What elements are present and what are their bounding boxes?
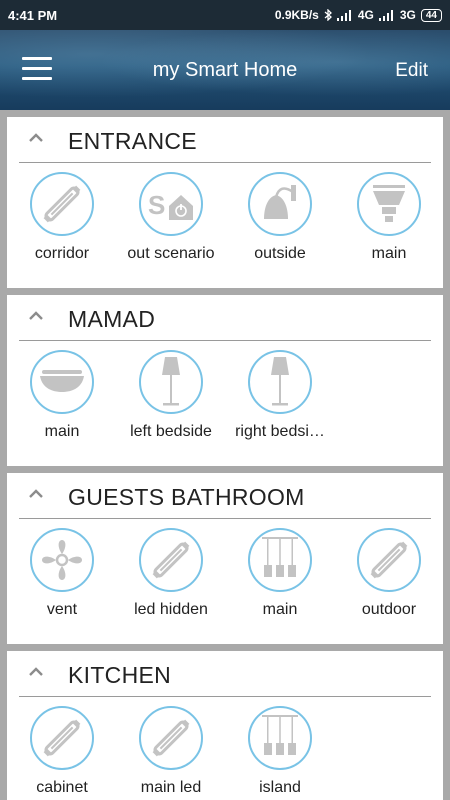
device-button[interactable] (30, 528, 94, 592)
fan-icon (39, 537, 85, 583)
ceiling-light-icon (36, 362, 88, 402)
network-speed: 0.9KB/s (274, 8, 319, 22)
chevron-up-icon[interactable] (29, 665, 43, 679)
device-tile[interactable]: vent (7, 528, 117, 619)
room-header[interactable]: ENTRANCE (7, 117, 443, 161)
network-type-1: 4G (357, 8, 374, 22)
device-tile[interactable]: right bedsi… (225, 350, 335, 441)
pendant-lights-icon (258, 711, 302, 765)
device-label: right bedsi… (235, 423, 325, 440)
pendant-lights-icon (258, 533, 302, 587)
page-title: my Smart Home (152, 59, 298, 81)
device-tile[interactable]: main (334, 172, 444, 263)
chevron-up-icon[interactable] (29, 131, 43, 145)
scenario-icon: S (147, 184, 195, 224)
device-button[interactable] (248, 528, 312, 592)
room-header[interactable]: MAMAD (7, 295, 443, 339)
svg-text:S: S (148, 190, 165, 220)
room-card: ENTRANCE corridor S out scenario outside… (7, 117, 443, 288)
device-button[interactable]: S (139, 172, 203, 236)
room-header[interactable]: KITCHEN (7, 651, 443, 695)
room-title: ENTRANCE (68, 128, 197, 154)
wall-lamp-icon (258, 181, 302, 227)
device-tile[interactable]: cabinet (7, 706, 117, 797)
device-label: outdoor (361, 601, 417, 618)
chevron-up-icon[interactable] (29, 309, 43, 323)
device-button[interactable] (139, 528, 203, 592)
device-button[interactable] (248, 706, 312, 770)
spotlight-icon (367, 181, 411, 227)
device-label: outside (254, 245, 306, 262)
device-label: main (371, 245, 407, 262)
device-label: vent (46, 601, 78, 618)
room-divider (19, 162, 431, 163)
signal-icon (336, 9, 353, 21)
device-button[interactable] (30, 172, 94, 236)
device-label: island (259, 779, 301, 796)
bluetooth-icon (324, 9, 332, 21)
device-label: led hidden (134, 601, 208, 618)
led-strip-icon (148, 715, 194, 761)
status-time: 4:41 PM (8, 7, 58, 23)
device-label: main (262, 601, 298, 618)
device-button[interactable] (139, 350, 203, 414)
battery-icon: 44 (420, 8, 442, 22)
room-divider (19, 696, 431, 697)
room-divider (19, 518, 431, 519)
device-label: out scenario (127, 245, 215, 262)
led-strip-icon (39, 715, 85, 761)
device-button[interactable] (30, 706, 94, 770)
status-icons: 0.9KB/s 4G 3G 44 (275, 8, 442, 22)
device-tile[interactable]: main (7, 350, 117, 441)
device-tile[interactable]: S out scenario (116, 172, 226, 263)
app-header: my Smart Home Edit (0, 30, 450, 110)
room-title: GUESTS BATHROOM (68, 484, 305, 510)
device-button[interactable] (248, 350, 312, 414)
device-tile[interactable]: outdoor (334, 528, 444, 619)
device-button[interactable] (248, 172, 312, 236)
led-strip-icon (366, 537, 412, 583)
room-card: KITCHEN cabinet main led island (7, 651, 443, 800)
room-divider (19, 340, 431, 341)
device-button[interactable] (30, 350, 94, 414)
signal-icon-2 (378, 9, 395, 21)
device-tile[interactable]: main (225, 528, 335, 619)
device-tile[interactable]: outside (225, 172, 335, 263)
room-header[interactable]: GUESTS BATHROOM (7, 473, 443, 517)
device-tile[interactable]: main led (116, 706, 226, 797)
edit-button[interactable]: Edit (395, 60, 428, 82)
device-label: cabinet (36, 779, 88, 796)
chevron-up-icon[interactable] (29, 487, 43, 501)
status-bar: 4:41 PM 0.9KB/s 4G 3G 44 (0, 0, 450, 30)
room-card: MAMAD main left bedside right bedsi… (7, 295, 443, 466)
device-tile[interactable]: left bedside (116, 350, 226, 441)
device-tile[interactable]: island (225, 706, 335, 797)
floor-lamp-icon (153, 355, 189, 409)
room-title: KITCHEN (68, 662, 172, 688)
device-button[interactable] (357, 528, 421, 592)
room-title: MAMAD (68, 306, 156, 332)
device-tile[interactable]: corridor (7, 172, 117, 263)
network-type-2: 3G (399, 8, 416, 22)
floor-lamp-icon (262, 355, 298, 409)
rooms-list[interactable]: ENTRANCE corridor S out scenario outside… (0, 110, 450, 800)
device-label: main led (140, 779, 202, 796)
led-strip-icon (148, 537, 194, 583)
device-label: left bedside (130, 423, 212, 440)
device-tile[interactable]: led hidden (116, 528, 226, 619)
device-button[interactable] (139, 706, 203, 770)
led-strip-icon (39, 181, 85, 227)
room-card: GUESTS BATHROOM vent led hidden main out… (7, 473, 443, 644)
device-label: corridor (34, 245, 90, 262)
device-button[interactable] (357, 172, 421, 236)
device-label: main (44, 423, 80, 440)
